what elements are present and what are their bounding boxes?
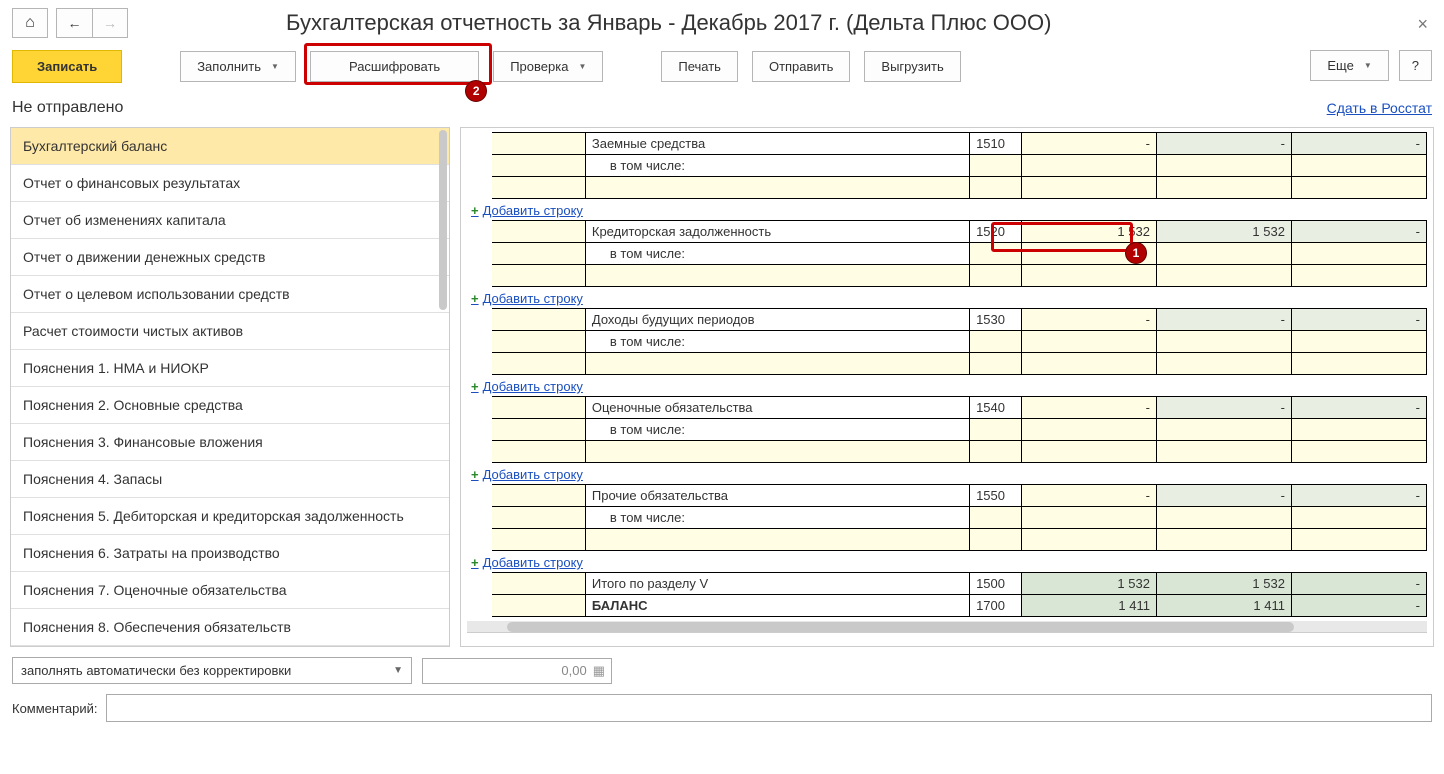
cell[interactable]: - xyxy=(1156,309,1291,331)
help-button[interactable]: ? xyxy=(1399,50,1432,81)
home-button[interactable] xyxy=(12,8,48,38)
cell[interactable]: - xyxy=(1291,133,1426,155)
add-row-link[interactable]: +Добавить строку xyxy=(467,375,1427,396)
sidebar-item[interactable]: Пояснения 3. Финансовые вложения xyxy=(11,424,449,461)
cell[interactable]: - xyxy=(1291,309,1426,331)
add-row-link[interactable]: +Добавить строку xyxy=(467,551,1427,572)
sidebar-scrollbar[interactable] xyxy=(439,130,447,310)
calculator-icon: ▦ xyxy=(593,663,605,679)
add-row-link[interactable]: +Добавить строку xyxy=(467,199,1427,220)
arrow-right-icon xyxy=(103,15,117,31)
page-title: Бухгалтерская отчетность за Январь - Дек… xyxy=(286,10,1051,36)
row-including: в том числе: xyxy=(585,155,969,177)
sidebar-item[interactable]: Бухгалтерский баланс xyxy=(11,128,449,165)
add-row-link[interactable]: +Добавить строку xyxy=(467,463,1427,484)
print-button[interactable]: Печать xyxy=(661,51,738,82)
fill-mode-select[interactable]: заполнять автоматически без корректировк… xyxy=(12,657,412,684)
plus-icon: + xyxy=(471,379,479,394)
chevron-down-icon: ▼ xyxy=(393,665,403,676)
rosstat-link[interactable]: Сдать в Росстат xyxy=(1327,100,1432,116)
row-including: в том числе: xyxy=(585,243,969,265)
comment-input[interactable] xyxy=(106,694,1433,722)
row-name: Доходы будущих периодов xyxy=(585,309,969,331)
forward-button xyxy=(92,8,128,38)
status-text: Не отправлено xyxy=(12,99,123,117)
callout-cell xyxy=(991,222,1133,252)
callout-badge-1: 1 xyxy=(1125,242,1147,264)
report-sections-sidebar: Бухгалтерский баланс Отчет о финансовых … xyxy=(10,127,450,647)
cell[interactable]: - xyxy=(1291,221,1426,243)
sidebar-item[interactable]: Расчет стоимости чистых активов xyxy=(11,313,449,350)
row-name: Кредиторская задолженность xyxy=(585,221,969,243)
plus-icon: + xyxy=(471,555,479,570)
close-button[interactable]: × xyxy=(1417,14,1428,35)
cell[interactable]: - xyxy=(1021,309,1156,331)
export-button[interactable]: Выгрузить xyxy=(864,51,960,82)
sidebar-item[interactable]: Пояснения 6. Затраты на производство xyxy=(11,535,449,572)
horizontal-scrollbar[interactable] xyxy=(467,621,1427,633)
report-grid: Заемные средства 1510 - - - в том числе: xyxy=(460,127,1434,647)
sidebar-item[interactable]: Отчет о движении денежных средств xyxy=(11,239,449,276)
cell[interactable]: - xyxy=(1156,133,1291,155)
sidebar-item[interactable]: Пояснения 8. Обеспечения обязательств xyxy=(11,609,449,646)
sidebar-item[interactable]: Отчет о целевом использовании средств xyxy=(11,276,449,313)
row-code: 1510 xyxy=(970,133,1022,155)
home-icon xyxy=(25,14,35,32)
comment-label: Комментарий: xyxy=(12,701,98,716)
plus-icon: + xyxy=(471,291,479,306)
row-code: 1530 xyxy=(970,309,1022,331)
more-button[interactable]: Еще xyxy=(1310,50,1388,81)
value-input[interactable]: 0,00 ▦ xyxy=(422,658,612,684)
plus-icon: + xyxy=(471,203,479,218)
callout-decode xyxy=(304,43,492,85)
sidebar-item[interactable]: Пояснения 2. Основные средства xyxy=(11,387,449,424)
fill-button[interactable]: Заполнить xyxy=(180,51,296,82)
add-row-link[interactable]: +Добавить строку xyxy=(467,287,1427,308)
save-button[interactable]: Записать xyxy=(12,50,122,83)
arrow-left-icon xyxy=(68,15,82,31)
sidebar-item[interactable]: Пояснения 4. Запасы xyxy=(11,461,449,498)
check-button[interactable]: Проверка xyxy=(493,51,603,82)
sidebar-item[interactable]: Пояснения 1. НМА и НИОКР xyxy=(11,350,449,387)
send-button[interactable]: Отправить xyxy=(752,51,850,82)
sidebar-item[interactable]: Пояснения 5. Дебиторская и кредиторская … xyxy=(11,498,449,535)
sidebar-item[interactable]: Отчет об изменениях капитала xyxy=(11,202,449,239)
back-button[interactable] xyxy=(56,8,92,38)
row-name: Заемные средства xyxy=(585,133,969,155)
cell[interactable]: 1 532 xyxy=(1156,221,1291,243)
sidebar-item[interactable]: Пояснения 7. Оценочные обязательства xyxy=(11,572,449,609)
sidebar-item[interactable]: Отчет о финансовых результатах xyxy=(11,165,449,202)
cell[interactable]: - xyxy=(1021,133,1156,155)
plus-icon: + xyxy=(471,467,479,482)
